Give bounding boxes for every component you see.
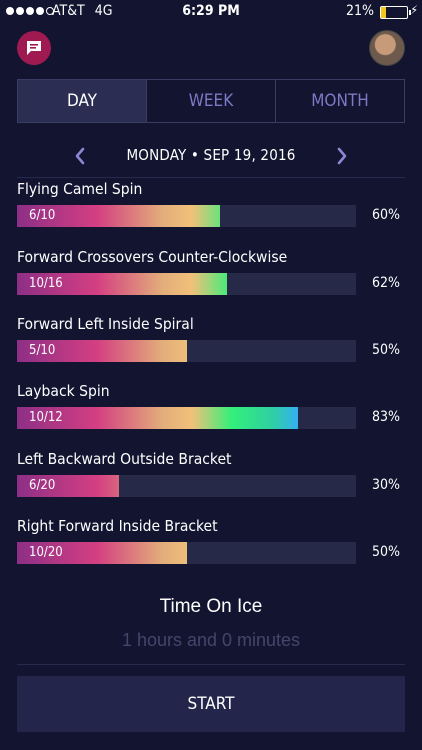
tab-week[interactable]: WEEK: [146, 80, 275, 122]
skill-fraction: 10/12: [29, 410, 63, 425]
user-avatar[interactable]: [369, 30, 405, 66]
battery-percent: 21%: [346, 3, 374, 19]
skill-name: Left Backward Outside Bracket: [17, 450, 232, 468]
skill-name: Forward Left Inside Spiral: [17, 315, 194, 333]
divider: [17, 664, 405, 665]
skill-progress-track: 6/20: [17, 475, 356, 497]
battery-icon: [380, 6, 411, 19]
skill-row[interactable]: Forward Crossovers Counter-Clockwise 10/…: [0, 248, 422, 308]
skill-progress-track: 10/12: [17, 407, 356, 429]
skill-name: Forward Crossovers Counter-Clockwise: [17, 248, 288, 266]
period-tabs: DAY WEEK MONTH: [17, 79, 405, 123]
tab-day[interactable]: DAY: [18, 80, 146, 122]
skill-row[interactable]: Flying Camel Spin 6/10 60%: [0, 180, 422, 240]
skill-percent: 50%: [372, 544, 400, 560]
chat-button[interactable]: [17, 31, 51, 65]
skill-fraction: 5/10: [29, 343, 56, 358]
skill-fraction: 10/20: [29, 545, 63, 560]
skill-row[interactable]: Layback Spin 10/12 83%: [0, 382, 422, 442]
skill-row[interactable]: Forward Left Inside Spiral 5/10 50%: [0, 315, 422, 375]
skill-name: Layback Spin: [17, 382, 110, 400]
skill-percent: 62%: [372, 275, 400, 291]
time-on-ice-value: 1 hours and 0 minutes: [121, 630, 301, 650]
skill-row[interactable]: Right Forward Inside Bracket 10/20 50%: [0, 517, 422, 577]
skill-percent: 30%: [372, 477, 400, 493]
chevron-right-icon: [337, 147, 347, 165]
divider: [17, 177, 405, 178]
skill-progress-track: 6/10: [17, 205, 356, 227]
skill-percent: 50%: [372, 342, 400, 358]
skill-name: Flying Camel Spin: [17, 180, 143, 198]
skill-progress-track: 10/16: [17, 273, 356, 295]
skill-name: Right Forward Inside Bracket: [17, 517, 218, 535]
chat-bubble-icon: [27, 41, 41, 55]
skill-fraction: 6/10: [29, 208, 56, 223]
status-bar: AT&T 4G 6:29 PM 21% ⚡: [0, 0, 422, 24]
skill-percent: 83%: [372, 409, 400, 425]
start-button[interactable]: START: [17, 676, 405, 732]
date-navigator: MONDAY • SEP 19, 2016: [0, 140, 422, 172]
skill-fraction: 10/16: [29, 276, 63, 291]
skill-progress-track: 10/20: [17, 542, 356, 564]
skill-percent: 60%: [372, 207, 400, 223]
time-on-ice-title: Time On Ice: [159, 596, 263, 617]
skill-fraction: 6/20: [29, 478, 56, 493]
tab-month[interactable]: MONTH: [275, 80, 404, 122]
skill-row[interactable]: Left Backward Outside Bracket 6/20 30%: [0, 450, 422, 510]
current-date: MONDAY • SEP 19, 2016: [126, 146, 296, 164]
next-day-button[interactable]: [330, 144, 354, 168]
skill-progress-track: 5/10: [17, 340, 356, 362]
charging-bolt-icon: ⚡: [410, 3, 418, 17]
